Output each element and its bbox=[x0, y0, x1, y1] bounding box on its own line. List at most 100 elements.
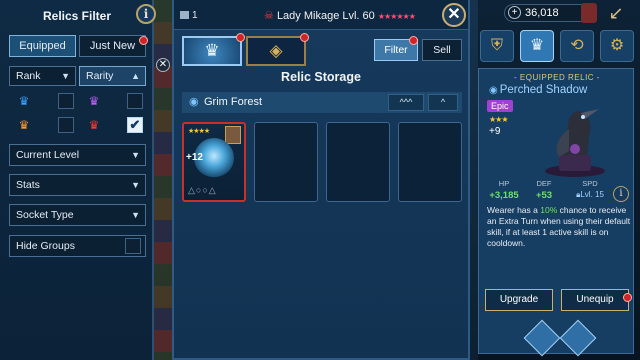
relic-type-rune-tab[interactable]: ◈ bbox=[246, 36, 306, 66]
rank-label: Rank bbox=[16, 70, 41, 82]
hide-groups-checkbox[interactable] bbox=[125, 238, 141, 254]
rarity-dropdown[interactable]: Rarity ▲ bbox=[79, 66, 146, 86]
relic-name: ◉ Perched Shadow bbox=[489, 84, 587, 96]
stat-def-label: DEF bbox=[536, 179, 552, 188]
rarity-checkbox-1[interactable] bbox=[127, 93, 143, 109]
chevron-down-icon: ▼ bbox=[61, 71, 70, 81]
rune-icon: ◈ bbox=[269, 41, 283, 60]
stat-hp-label: HP bbox=[498, 179, 510, 188]
relic-count-value: 1 bbox=[192, 10, 198, 21]
collapse-button[interactable]: ^ bbox=[428, 94, 458, 111]
stat-spd-label: SPD bbox=[582, 179, 598, 188]
current-level-label: Current Level bbox=[16, 149, 80, 161]
chevron-up-icon: ▲ bbox=[131, 71, 140, 81]
add-currency-button[interactable]: + bbox=[508, 6, 521, 19]
tab-equipped[interactable]: Equipped bbox=[9, 35, 76, 57]
close-button[interactable]: ✕ bbox=[442, 3, 466, 27]
skull-icon: ☠ bbox=[264, 10, 274, 22]
eye-icon: ◉ bbox=[189, 96, 199, 108]
relic-level: +12 bbox=[186, 152, 203, 163]
currency-bag-icon bbox=[581, 3, 597, 23]
stats-label: Stats bbox=[16, 179, 40, 191]
relic-storage-panel: 1 ☠ Lady Mikage Lvl. 60 ★★★★★★ ✕ ♛ ◈ Fil… bbox=[172, 0, 470, 360]
tab-settings[interactable]: ⚙ bbox=[600, 30, 634, 62]
new-notification-dot bbox=[139, 36, 148, 45]
relic-slot-4[interactable] bbox=[398, 122, 462, 202]
currency-display: + 36,018 bbox=[504, 3, 597, 23]
crown-icon: ♛ bbox=[204, 41, 220, 60]
currency-value: 36,018 bbox=[525, 7, 559, 19]
tab-artifacts[interactable]: ⟲ bbox=[560, 30, 594, 62]
filter-info-button[interactable]: i bbox=[136, 4, 156, 24]
stat-spd-level: 🔒︎Lvl. 15 bbox=[567, 190, 613, 200]
stat-def: DEF +53 bbox=[527, 179, 561, 207]
champion-title: ☠ Lady Mikage Lvl. 60 ★★★★★★ bbox=[264, 9, 416, 22]
relic-upgrade-level: +9 bbox=[489, 126, 501, 137]
chevron-down-icon: ▼ bbox=[131, 150, 140, 160]
chevron-down-icon: ▼ bbox=[131, 180, 140, 190]
sell-button[interactable]: Sell bbox=[422, 39, 462, 61]
desc-chance: 10% bbox=[540, 205, 558, 215]
rank-dropdown[interactable]: Rank ▼ bbox=[9, 66, 76, 86]
equipment-tabs: ⛨ ♛ ⟲ ⚙ bbox=[478, 28, 640, 64]
rarity-crown-red-icon: ♛ bbox=[88, 118, 100, 132]
champion-portrait bbox=[225, 126, 241, 144]
stats-dropdown[interactable]: Stats ▼ bbox=[9, 174, 146, 196]
socket-type-label: Socket Type bbox=[16, 209, 74, 221]
inventory-icon bbox=[180, 11, 189, 19]
swirl-icon: ⟲ bbox=[570, 37, 584, 54]
relic-slot-button-1[interactable] bbox=[523, 319, 561, 357]
raven-relic-image bbox=[545, 109, 605, 177]
stat-spd: SPD 🔒︎Lvl. 15 bbox=[567, 179, 613, 207]
relic-slot-1[interactable]: ★★★★ +12 △○○△ bbox=[182, 122, 246, 202]
rank-checkbox-1[interactable] bbox=[58, 93, 74, 109]
notification-dot bbox=[300, 33, 309, 42]
rank-checkbox-2[interactable] bbox=[58, 117, 74, 133]
relic-name-text: Perched Shadow bbox=[499, 84, 588, 96]
rarity-crown-purple-icon: ♛ bbox=[88, 94, 100, 108]
unequip-button[interactable]: Unequip bbox=[561, 289, 629, 311]
relic-count: 1 bbox=[180, 10, 198, 21]
stat-hp-value: +3,185 bbox=[489, 190, 519, 201]
storage-header: 1 ☠ Lady Mikage Lvl. 60 ★★★★★★ ✕ bbox=[174, 0, 468, 30]
crown-icon: ♛ bbox=[529, 37, 545, 54]
group-header-grim-forest[interactable]: ◉ Grim Forest ^^^ ^ bbox=[182, 92, 462, 113]
armor-icon: ⛨ bbox=[490, 37, 503, 54]
socket-type-dropdown[interactable]: Socket Type ▼ bbox=[9, 204, 146, 226]
stat-spd-value: Lvl. 15 bbox=[580, 190, 604, 199]
upgrade-button[interactable]: Upgrade bbox=[485, 289, 553, 311]
rarity-label: Rarity bbox=[86, 70, 114, 82]
relic-storage-title: Relic Storage bbox=[281, 70, 361, 84]
filter-title: Relics Filter bbox=[42, 9, 112, 23]
stat-def-value: +53 bbox=[535, 190, 553, 201]
tab-relics[interactable]: ♛ bbox=[520, 30, 554, 62]
notification-dot bbox=[236, 33, 245, 42]
relic-description: Wearer has a 10% chance to receive an Ex… bbox=[487, 205, 631, 249]
relic-stars: ★★★ bbox=[489, 115, 508, 124]
chevron-down-icon: ▼ bbox=[131, 210, 140, 220]
eye-icon: ◉ bbox=[489, 85, 498, 96]
relic-slot-3[interactable] bbox=[326, 122, 390, 202]
equipped-relic-card: - EQUIPPED RELIC - ◉ Perched Shadow Epic … bbox=[478, 68, 634, 357]
unequip-notification-dot bbox=[623, 293, 632, 302]
rank-crown-blue-icon: ♛ bbox=[18, 94, 30, 108]
relic-type-crown-tab[interactable]: ♛ bbox=[182, 36, 242, 66]
hide-groups-toggle[interactable]: Hide Groups bbox=[9, 235, 146, 257]
close-filter-icon[interactable]: ✕ bbox=[156, 58, 170, 72]
stats-info-button[interactable]: i bbox=[613, 186, 629, 202]
relic-slot-button-2[interactable] bbox=[559, 319, 597, 357]
back-arrow-icon[interactable]: ↙ bbox=[604, 3, 628, 27]
champion-stars: ★★★★★★ bbox=[377, 12, 416, 21]
relic-stars: ★★★★ bbox=[188, 128, 210, 135]
champion-name: Lady Mikage Lvl. 60 bbox=[276, 10, 375, 22]
relic-slot-2[interactable] bbox=[254, 122, 318, 202]
filter-notification-dot bbox=[409, 36, 418, 45]
relics-filter-panel: Relics Filter i Equipped Just New Rank ▼… bbox=[0, 0, 156, 360]
equipped-relic-label: - EQUIPPED RELIC - bbox=[514, 73, 600, 82]
tab-armor[interactable]: ⛨ bbox=[480, 30, 514, 62]
socket-icons: △○○△ bbox=[188, 185, 217, 195]
current-level-dropdown[interactable]: Current Level ▼ bbox=[9, 144, 146, 166]
rarity-checkbox-2[interactable]: ✔ bbox=[127, 117, 143, 133]
collapse-all-button[interactable]: ^^^ bbox=[388, 94, 424, 111]
tab-just-new[interactable]: Just New bbox=[79, 35, 146, 57]
